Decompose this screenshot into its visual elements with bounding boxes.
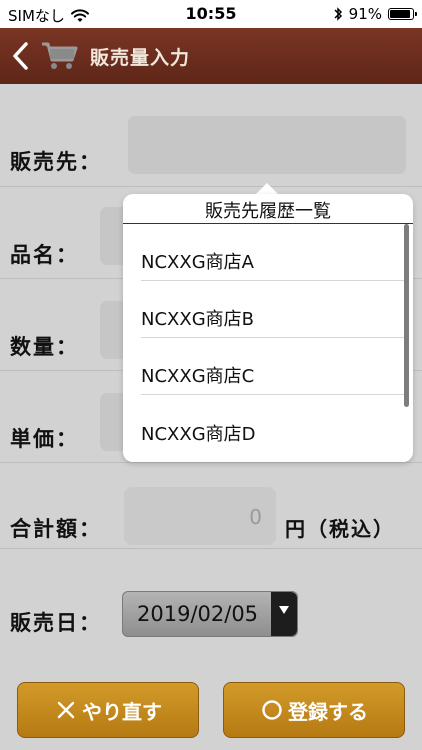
status-right: 91% — [333, 5, 417, 23]
date-picker[interactable]: 2019/02/05 — [122, 591, 298, 637]
total-label: 合計額： — [10, 517, 102, 541]
battery-icon — [388, 8, 417, 20]
cross-icon — [57, 701, 75, 719]
circle-icon — [262, 700, 282, 720]
page-title: 販売量入力 — [90, 47, 191, 69]
register-button[interactable]: 登録する — [223, 682, 405, 738]
product-label: 品名： — [10, 243, 79, 267]
reset-button-label: やり直す — [82, 699, 162, 724]
popup-scrollbar[interactable] — [404, 224, 409, 407]
dropdown-arrow-icon — [271, 592, 297, 636]
customer-input[interactable] — [128, 116, 406, 174]
date-value: 2019/02/05 — [137, 602, 259, 626]
popup-title: 販売先履歴一覧 — [123, 194, 413, 224]
nav-bar: 販売量入力 — [0, 28, 422, 84]
register-button-label: 登録する — [288, 699, 368, 724]
quantity-label: 数量： — [10, 335, 79, 359]
customer-row: 販売先： — [0, 84, 422, 187]
popup-list: NCXXG商店A NCXXG商店B NCXXG商店C NCXXG商店D — [141, 224, 405, 452]
back-icon[interactable] — [8, 40, 34, 72]
unit-price-label: 単価： — [10, 427, 79, 451]
list-item[interactable]: NCXXG商店A — [141, 224, 405, 281]
total-amount-value: 0 — [249, 505, 262, 529]
customer-label: 販売先： — [10, 150, 102, 174]
battery-percent: 91% — [348, 5, 382, 23]
list-item[interactable]: NCXXG商店C — [141, 338, 405, 395]
customer-history-popup: 販売先履歴一覧 NCXXG商店A NCXXG商店B NCXXG商店C NCXXG… — [123, 194, 413, 462]
list-item[interactable]: NCXXG商店B — [141, 281, 405, 338]
list-item[interactable]: NCXXG商店D — [141, 395, 405, 452]
status-bar: SIMなし 10:55 91% — [0, 0, 422, 28]
total-unit: 円（税込） — [285, 517, 395, 541]
bluetooth-icon — [334, 7, 342, 21]
date-label: 販売日： — [10, 611, 102, 635]
reset-button[interactable]: やり直す — [17, 682, 199, 738]
battery-fill — [390, 10, 410, 18]
cart-icon — [42, 42, 78, 69]
total-amount-field: 0 — [124, 487, 276, 545]
